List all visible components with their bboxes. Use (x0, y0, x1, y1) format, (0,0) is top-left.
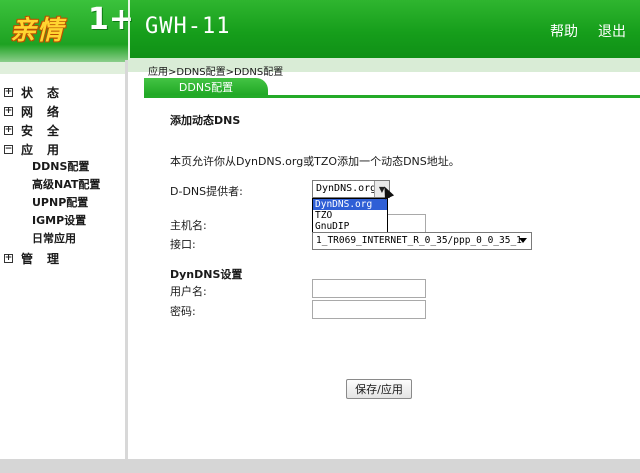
sidebar-item-label: 应用 (21, 143, 74, 157)
sidebar-item-status[interactable]: + 状态 (4, 84, 73, 101)
sidebar-item-label: 安全 (21, 124, 74, 138)
exit-link[interactable]: 退出 (598, 21, 626, 41)
provider-dropdown-list: DynDNS.org TZO GnuDIP (312, 198, 388, 234)
tab-ddns[interactable]: DDNS配置 (144, 78, 268, 95)
sidebar-separator (125, 60, 128, 473)
save-apply-button[interactable]: 保存/应用 (346, 379, 412, 399)
provider-label: D-DNS提供者: (170, 185, 243, 198)
sidebar-item-label: 管理 (21, 252, 74, 266)
sidebar-item-management[interactable]: + 管理 (4, 250, 73, 267)
collapse-icon[interactable]: − (4, 145, 13, 154)
dropdown-option[interactable]: GnuDIP (313, 221, 387, 232)
dyndns-section-title: DynDNS设置 (170, 268, 243, 281)
sidebar-item-label: 网络 (21, 105, 74, 119)
interface-label: 接口: (170, 238, 196, 251)
expand-icon[interactable]: + (4, 107, 13, 116)
sidebar-subitem-igmp[interactable]: IGMP设置 (32, 212, 86, 228)
help-link[interactable]: 帮助 (550, 21, 578, 41)
interface-select[interactable]: 1_TR069_INTERNET_R_0_35/ppp_0_0_35_1 (312, 232, 532, 250)
sidebar-item-label: 状态 (21, 86, 74, 100)
sidebar-subitem-upnp[interactable]: UPNP配置 (32, 194, 88, 210)
brand-divider (128, 0, 130, 60)
password-input[interactable] (312, 300, 426, 319)
footer-bar (0, 459, 640, 473)
sidebar-strip (0, 62, 125, 74)
sidebar-item-network[interactable]: + 网络 (4, 103, 73, 120)
dropdown-option[interactable]: TZO (313, 210, 387, 221)
password-label: 密码: (170, 305, 196, 318)
expand-icon[interactable]: + (4, 254, 13, 263)
model-name: GWH-11 (145, 14, 231, 39)
logo: 亲情 (10, 16, 65, 46)
sidebar-subitem-ddns[interactable]: DDNS配置 (32, 158, 89, 174)
expand-icon[interactable]: + (4, 126, 13, 135)
sidebar-item-application[interactable]: − 应用 (4, 141, 73, 158)
username-label: 用户名: (170, 285, 207, 298)
sidebar-subitem-advanced-nat[interactable]: 高级NAT配置 (32, 176, 100, 192)
tab-underline (144, 95, 640, 98)
section-title: 添加动态DNS (170, 114, 241, 127)
username-input[interactable] (312, 279, 426, 298)
breadcrumb: 应用>DDNS配置>DDNS配置 (148, 67, 284, 78)
sidebar-item-security[interactable]: + 安全 (4, 122, 73, 139)
sidebar-subitem-daily-apps[interactable]: 日常应用 (32, 230, 76, 246)
dropdown-option[interactable]: DynDNS.org (313, 199, 387, 210)
chevron-down-icon[interactable] (519, 238, 527, 243)
expand-icon[interactable]: + (4, 88, 13, 97)
hostname-label: 主机名: (170, 219, 207, 232)
page-description: 本页允许你从DynDNS.org或TZO添加一个动态DNS地址。 (170, 155, 460, 168)
